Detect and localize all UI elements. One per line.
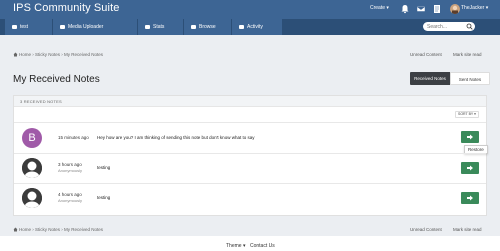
nav-tab-activity[interactable]: Activity xyxy=(232,19,282,35)
restore-icon xyxy=(467,134,473,140)
unread-content-link[interactable]: Unread Content xyxy=(410,52,442,58)
notes-panel: 3 RECEIVED NOTES xyxy=(13,95,487,216)
restore-icon xyxy=(467,195,473,201)
restore-button[interactable] xyxy=(461,131,479,143)
user-silhouette-icon xyxy=(22,158,42,178)
breadcrumb-home[interactable]: Home xyxy=(19,52,31,57)
restore-button[interactable] xyxy=(461,162,479,174)
user-menu[interactable]: TheJacker ▾ xyxy=(461,5,488,12)
row-separator xyxy=(14,183,486,184)
row-separator xyxy=(14,153,486,154)
tab-icon xyxy=(239,24,244,29)
note-author: Anonymously xyxy=(58,198,83,203)
breadcrumb: Home › Sticky Notes › My Received Notes xyxy=(13,52,103,58)
note-time: 15 minutes ago xyxy=(58,135,89,140)
tab-icon xyxy=(60,24,65,29)
restore-button[interactable] xyxy=(461,192,479,204)
create-menu[interactable]: Create ▾ xyxy=(370,5,389,12)
mark-site-read-link[interactable]: Mark site read xyxy=(453,52,482,58)
contact-us-link[interactable]: Contact Us xyxy=(250,243,275,250)
theme-menu[interactable]: Theme ▾ xyxy=(226,243,245,250)
page-title: My Received Notes xyxy=(13,74,100,85)
user-avatar[interactable] xyxy=(450,4,460,14)
tab-sent-notes[interactable]: Sent Notes xyxy=(450,72,490,85)
avatar-anonymous[interactable] xyxy=(22,188,42,208)
restore-icon xyxy=(467,165,473,171)
breadcrumb-trail[interactable]: › Sticky Notes › My Received Notes xyxy=(31,52,103,57)
breadcrumb-bottom: Home › Sticky Notes › My Received Notes xyxy=(13,227,103,233)
home-icon[interactable] xyxy=(13,52,18,57)
breadcrumb-home[interactable]: Home xyxy=(19,227,31,232)
panel-header: 3 RECEIVED NOTES xyxy=(14,96,486,107)
nav-tab-stats[interactable]: Stats xyxy=(138,19,183,35)
note-content: testing xyxy=(97,165,111,170)
note-author: Anonymously xyxy=(58,168,83,173)
envelope-icon[interactable] xyxy=(416,4,426,14)
note-content: testing xyxy=(97,195,111,200)
notes-count: 3 RECEIVED NOTES xyxy=(20,98,62,104)
nav-tab-media-uploader[interactable]: Media Uploader xyxy=(53,19,137,35)
user-silhouette-icon xyxy=(22,188,42,208)
reports-icon[interactable] xyxy=(432,4,442,14)
site-title[interactable]: IPS Community Suite xyxy=(13,2,119,15)
mark-site-read-link[interactable]: Mark site read xyxy=(453,227,482,233)
search-icon[interactable] xyxy=(466,23,473,30)
search-input[interactable] xyxy=(423,22,463,31)
tab-icon xyxy=(145,24,150,29)
row-separator xyxy=(14,122,486,123)
home-icon[interactable] xyxy=(13,227,18,232)
tab-icon xyxy=(191,24,196,29)
bell-icon[interactable] xyxy=(400,4,410,14)
unread-content-link[interactable]: Unread Content xyxy=(410,227,442,233)
note-content: Hey how are you? I am thinking of sendin… xyxy=(97,135,255,140)
avatar[interactable]: B xyxy=(22,128,42,148)
avatar-anonymous[interactable] xyxy=(22,158,42,178)
breadcrumb-trail[interactable]: › Sticky Notes › My Received Notes xyxy=(31,227,103,232)
tab-received-notes[interactable]: Received Notes xyxy=(410,72,450,85)
tab-icon xyxy=(12,24,17,29)
sort-by-button[interactable]: SORT BY ▾ xyxy=(455,111,479,118)
nav-tab-browse[interactable]: Browse xyxy=(184,19,231,35)
nav-tab-test[interactable]: test xyxy=(5,19,52,35)
